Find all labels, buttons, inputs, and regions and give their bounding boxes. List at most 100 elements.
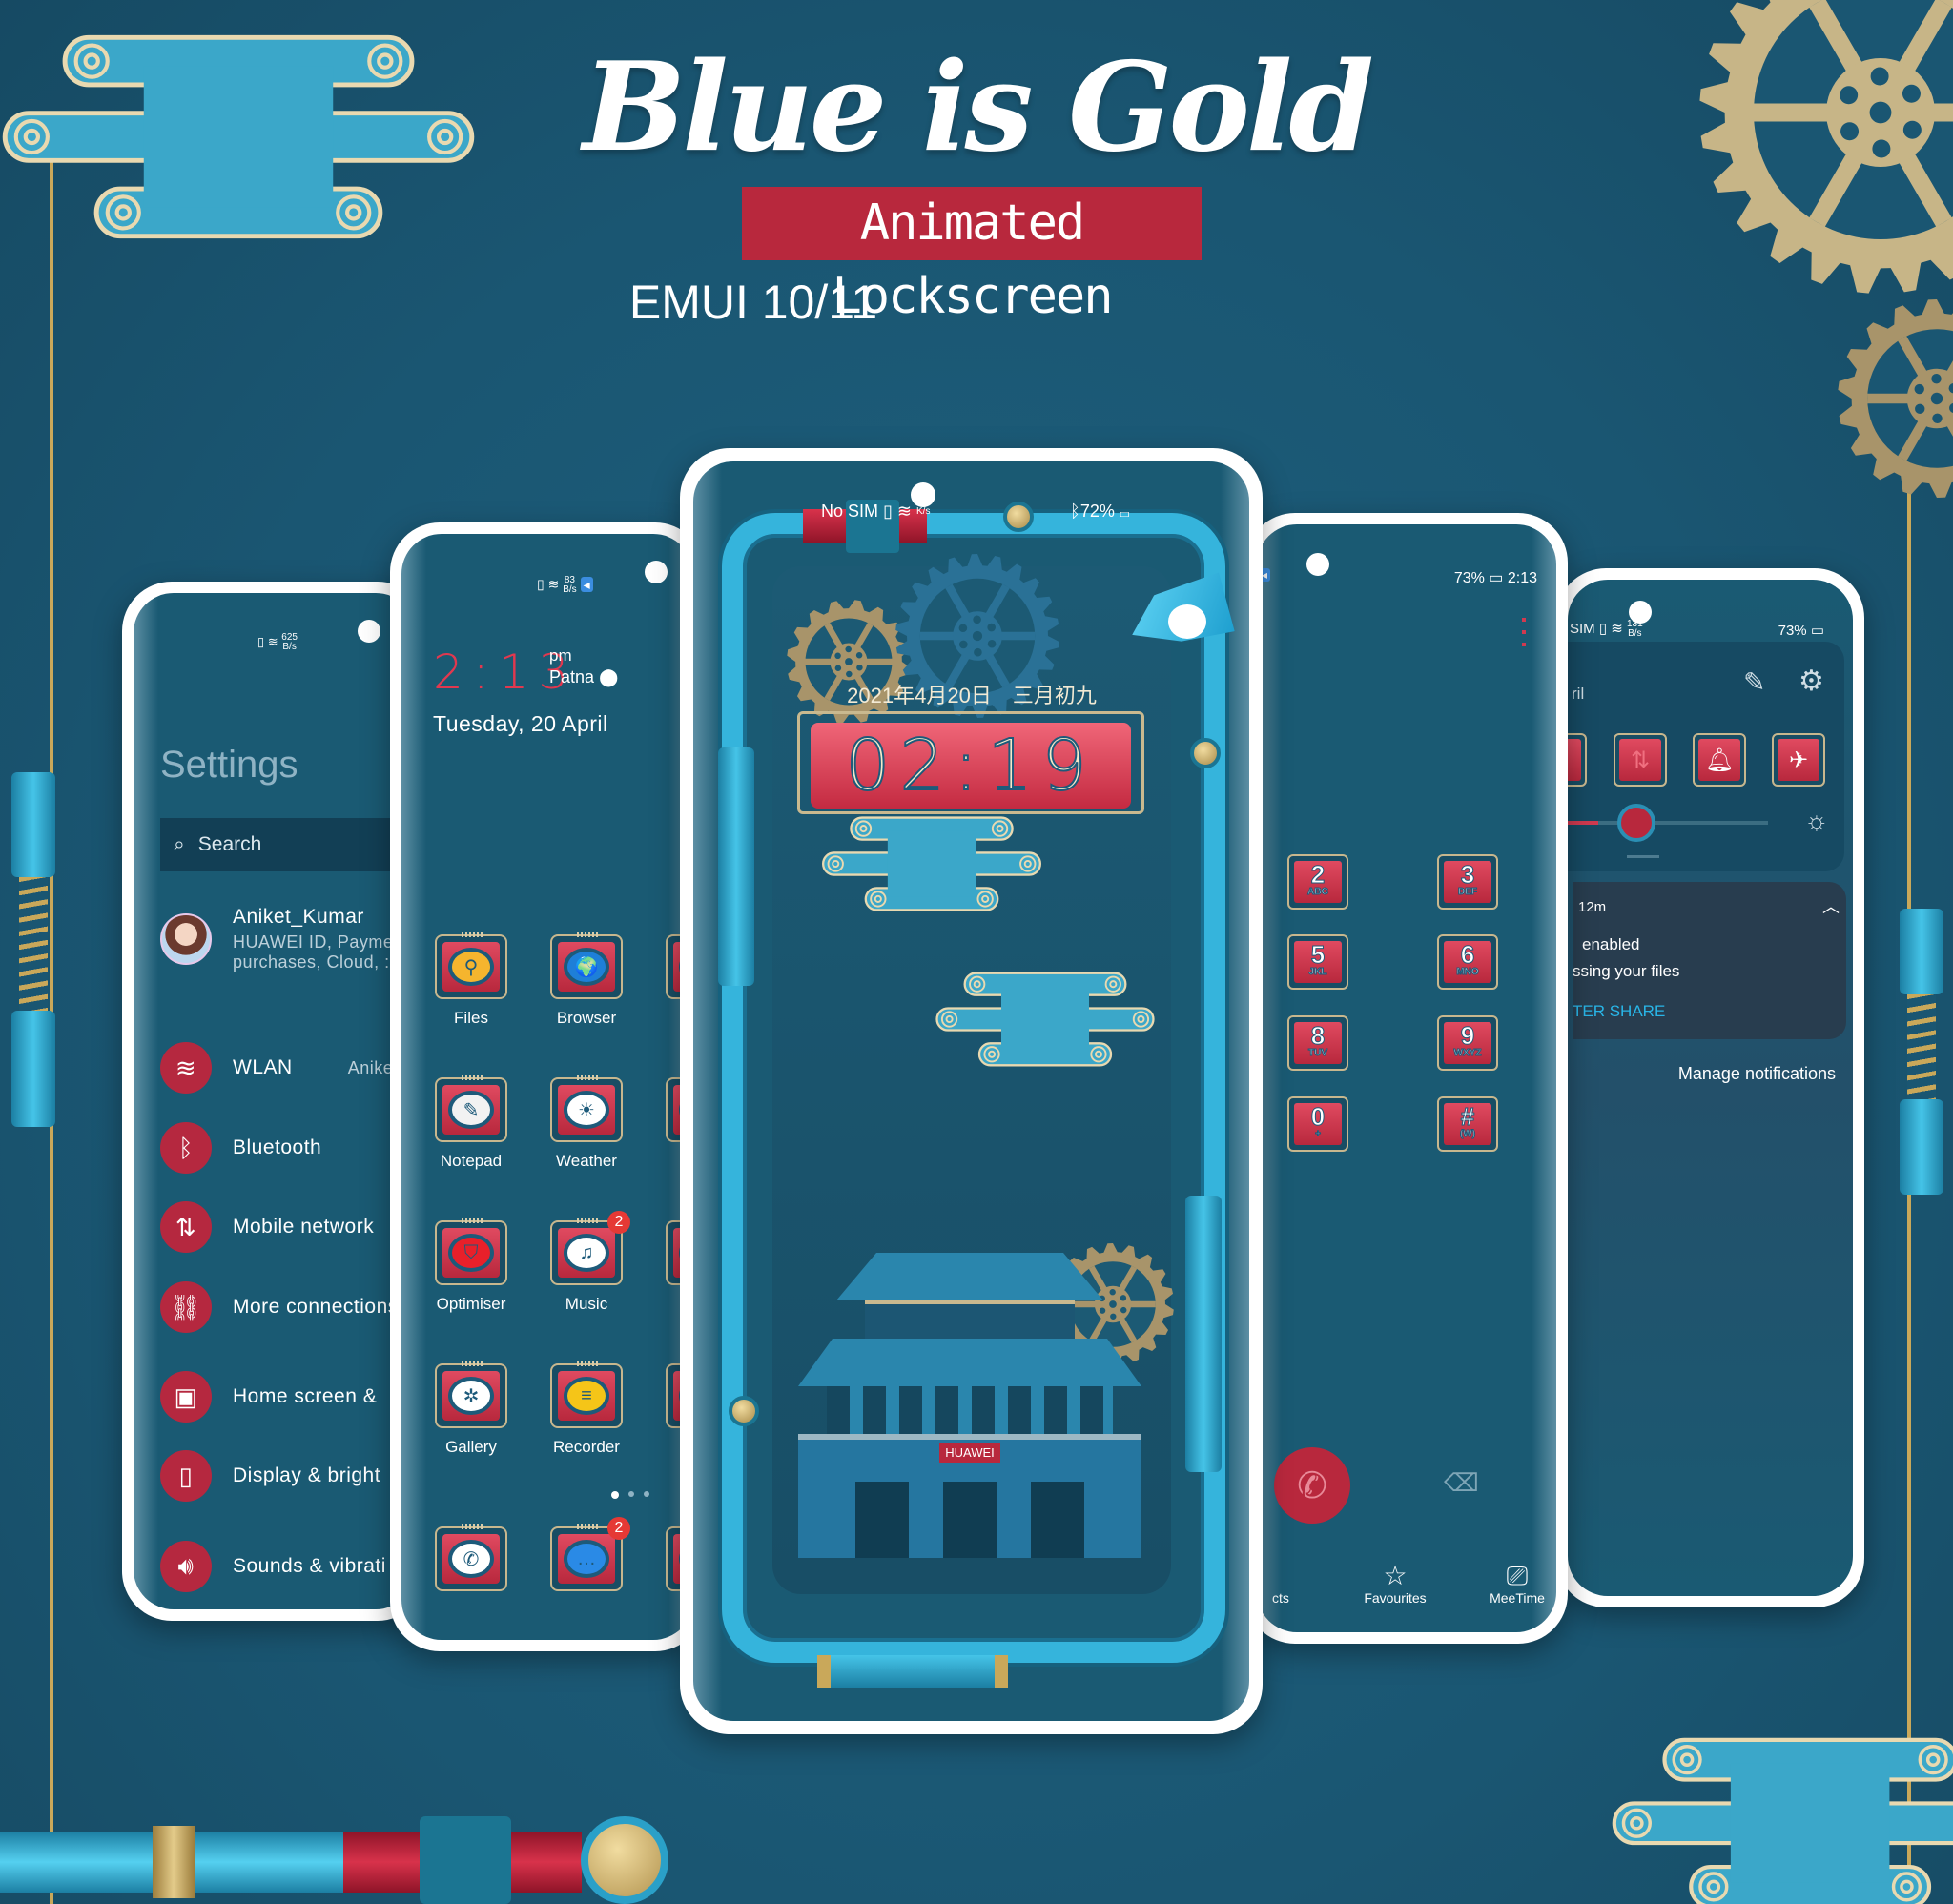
brightness-slider[interactable] [1568, 804, 1768, 842]
mobile-data-tile[interactable]: ⇅ [1614, 733, 1667, 787]
settings-gear-icon[interactable]: ⚙ [1799, 665, 1824, 698]
app-label: Music [565, 1295, 608, 1313]
app-label: Weather [556, 1152, 617, 1170]
profile-row[interactable]: Aniket_Kumar HUAWEI ID, Payme purchases,… [160, 906, 393, 982]
settings-item-label: Sounds & vibrati [233, 1555, 386, 1577]
shield-icon: ⛉ [448, 1234, 494, 1272]
notepad-icon: ✎ [448, 1091, 494, 1129]
camera-hole [1306, 553, 1329, 576]
settings-item-wlan[interactable]: ≋ WLAN Aniket’ [160, 1041, 402, 1095]
notification-badge: 2 [607, 1517, 630, 1540]
app-notepad[interactable]: ✎ Notepad [423, 1075, 519, 1171]
dial-key-hash[interactable]: # (W) [1437, 1096, 1498, 1152]
dialer-phone: ◂ 73% ▭ 2:13 2 ABC 3 DEF 5 JKL 6 MNO 8 TUV 9 WXYZ 0 +… [1245, 513, 1568, 1644]
date-fragment: ril [1572, 685, 1585, 703]
profile-line2: purchases, Cloud, : [233, 952, 390, 972]
call-button[interactable]: ✆ [1274, 1447, 1350, 1524]
display-icon: ▯ [160, 1450, 212, 1502]
globe-icon: 🌍 [564, 948, 609, 986]
pipe-bottom-left [0, 1816, 672, 1904]
nav-tab-cts[interactable]: cts [1257, 1562, 1324, 1606]
profile-line1: HUAWEI ID, Payme [233, 932, 394, 952]
mobile-data-icon: ⇅ [1619, 739, 1661, 781]
dial-key-0[interactable]: 0 + [1287, 1096, 1348, 1152]
backspace-icon[interactable]: ⌫ [1444, 1468, 1479, 1498]
quick-tile-partial[interactable] [1568, 733, 1587, 787]
manage-notifications-link[interactable]: Manage notifications [1678, 1064, 1836, 1084]
bluetooth-icon: ᛒ [160, 1122, 212, 1174]
settings-item-label: WLAN [233, 1056, 293, 1078]
dial-key-8[interactable]: 8 TUV [1287, 1015, 1348, 1071]
settings-item-more[interactable]: ⛓ More connections [160, 1280, 399, 1334]
status-bar: ▯ ≋ 625 B/s [257, 632, 298, 652]
gold-rivet [1190, 738, 1221, 768]
dial-key-9[interactable]: 9 WXYZ [1437, 1015, 1498, 1071]
settings-item-home[interactable]: ▣ Home screen & [160, 1370, 377, 1423]
search-icon: ⌕ [174, 833, 185, 855]
app-files[interactable]: ⚲ Files [423, 932, 519, 1028]
video-call-icon: ⎚ [1506, 1561, 1529, 1590]
cloud-decoration-bottom-right [1612, 1737, 1953, 1904]
settings-item-mobile[interactable]: ⇅ Mobile network [160, 1200, 374, 1254]
app-music[interactable]: ♫ 2 Music [539, 1211, 634, 1314]
page-indicator[interactable] [611, 1491, 649, 1499]
app-label: Browser [556, 1009, 617, 1027]
nav-tab-favourites[interactable]: ☆ Favourites [1352, 1561, 1438, 1607]
settings-item-bluetooth[interactable]: ᛒ Bluetooth [160, 1121, 321, 1175]
status-bar-right: 73% ▭ 2:13 [1453, 570, 1537, 586]
pipe-spring-left [718, 747, 754, 986]
edit-icon[interactable]: ✎ [1743, 666, 1765, 698]
dial-key-5[interactable]: 5 JKL [1287, 934, 1348, 990]
notification-card[interactable]: 12m ︿ enabled ssing your files TER SHARE [1573, 882, 1846, 1039]
app-label: Recorder [553, 1438, 620, 1456]
app-recorder[interactable]: ≡ Recorder [539, 1361, 634, 1457]
settings-item-sounds[interactable]: 🔊︎ Sounds & vibrati [160, 1540, 386, 1593]
link-icon: ⛓ [160, 1281, 212, 1333]
settings-item-display[interactable]: ▯ Display & bright [160, 1449, 380, 1503]
camera-hole [911, 482, 935, 507]
dial-key-6[interactable]: 6 MNO [1437, 934, 1498, 990]
dial-key-2[interactable]: 2 ABC [1287, 854, 1348, 910]
settings-item-label: Display & bright [233, 1464, 381, 1486]
pipe-bottom-joint [817, 1655, 1008, 1688]
notification-line1: enabled [1582, 935, 1640, 953]
nav-tab-meetime[interactable]: ⎚ MeeTime [1474, 1561, 1556, 1607]
status-bar: ▯ ≋ 83 B/s ◂ [537, 576, 593, 595]
notification-action[interactable]: TER SHARE [1573, 1002, 1665, 1021]
cloud-decoration [822, 816, 1042, 911]
settings-item-label: Bluetooth [233, 1136, 322, 1158]
subtitle-banner: Animated Lockscreen [742, 187, 1202, 325]
mobile-data-icon: ⇅ [160, 1201, 212, 1253]
notification-phone: SIM ▯ ≋ 131 B/s 73% ▭ ril ✎ ⚙ ⇅ 🔔︎ ✈ ☼ 12… [1556, 568, 1864, 1607]
search-input[interactable]: ⌕ Search [160, 818, 416, 871]
brightness-knob[interactable] [1616, 804, 1655, 842]
app-browser[interactable]: 🌍 Browser [539, 932, 634, 1028]
dial-key-3[interactable]: 3 DEF [1437, 854, 1498, 910]
settings-title: Settings [160, 744, 298, 786]
image-icon: ▣ [160, 1371, 212, 1423]
platform-label: EMUI 10/11 [628, 276, 878, 329]
more-menu-icon[interactable] [1522, 618, 1526, 650]
lock-date: 2021年4月20日 三月初九 [847, 684, 1097, 707]
camera-hole [645, 561, 668, 583]
settings-item-label: More connections [233, 1296, 399, 1318]
app-optimiser[interactable]: ⛉ Optimiser [423, 1218, 519, 1314]
speaker-icon: 🔊︎ [160, 1541, 212, 1592]
sound-tile[interactable]: 🔔︎ [1693, 733, 1746, 787]
clock-city: Patna ⬤ [549, 667, 619, 686]
app-messages[interactable]: … 2 [539, 1517, 634, 1601]
app-gallery[interactable]: ✲ Gallery [423, 1361, 519, 1457]
star-icon: ☆ [1383, 1561, 1408, 1590]
panel-handle[interactable] [1627, 855, 1659, 858]
home-phone: ▯ ≋ 83 B/s ◂ 2:13 pm Patna ⬤ Tuesday, 20 … [390, 522, 705, 1651]
phone-icon: ✆ [448, 1540, 494, 1578]
airplane-tile[interactable]: ✈ [1772, 733, 1825, 787]
app-weather[interactable]: ☀ Weather [539, 1075, 634, 1171]
app-phone[interactable]: ✆ [423, 1524, 519, 1601]
chevron-up-icon[interactable]: ︿ [1822, 893, 1840, 918]
camera-hole [358, 620, 380, 643]
notification-line2: ssing your files [1573, 962, 1680, 980]
location-icon: ⬤ [599, 667, 619, 686]
app-label: Files [454, 1009, 488, 1027]
profile-name: Aniket_Kumar [233, 906, 364, 928]
